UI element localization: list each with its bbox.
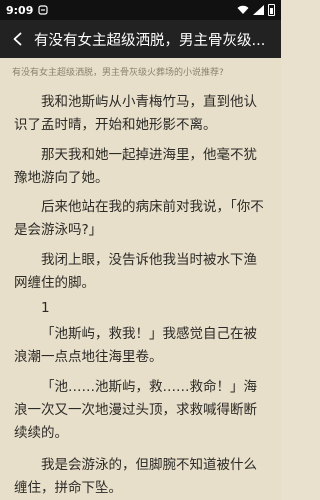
section-number: 1 — [41, 300, 50, 316]
chevron-left-icon — [13, 32, 22, 46]
reader-header: 有没有女主超级洒脱，男主骨灰级... — [0, 20, 281, 58]
reader-content[interactable]: 有没有女主超级洒脱，男主骨灰级火葬场的小说推荐? 我和池斯屿从小青梅竹马，直到他… — [0, 58, 281, 500]
page-title: 有没有女主超级洒脱，男主骨灰级... — [34, 32, 266, 49]
paragraph-2: 那天我和她一起掉进海里，他毫不犹豫地游向了她。 — [14, 147, 257, 186]
status-bar: 9:09 — [0, 0, 281, 20]
paragraph-7: 我是会游泳的，但脚腕不知道被什么缠住，拼命下坠。 — [14, 457, 257, 496]
wifi-icon — [237, 5, 249, 14]
status-left: 9:09 — [6, 4, 48, 17]
battery-icon — [268, 4, 275, 16]
back-button[interactable] — [6, 27, 30, 51]
paragraph-4: 我闭上眼，没告诉他我当时被水下渔网缠住的脚。 — [14, 252, 257, 291]
app-notification-icon — [38, 5, 48, 15]
paragraph-6: 「池……池斯屿，救……救命！」海浪一次又一次地漫过头顶，求救喊得断断续续的。 — [14, 379, 257, 441]
chapter-subtitle: 有没有女主超级洒脱，男主骨灰级火葬场的小说推荐? — [12, 68, 224, 78]
paragraph-1: 我和池斯屿从小青梅竹马，直到他认识了孟时晴，开始和她形影不离。 — [14, 94, 257, 133]
signal-icon — [253, 5, 264, 15]
paragraph-5: 「池斯屿，救我！」我感觉自己在被浪潮一点点地往海里卷。 — [14, 326, 257, 365]
paragraph-3: 后来他站在我的病床前对我说，「你不是会游泳吗?」 — [14, 199, 264, 238]
status-right — [237, 4, 275, 16]
status-time: 9:09 — [6, 3, 34, 17]
